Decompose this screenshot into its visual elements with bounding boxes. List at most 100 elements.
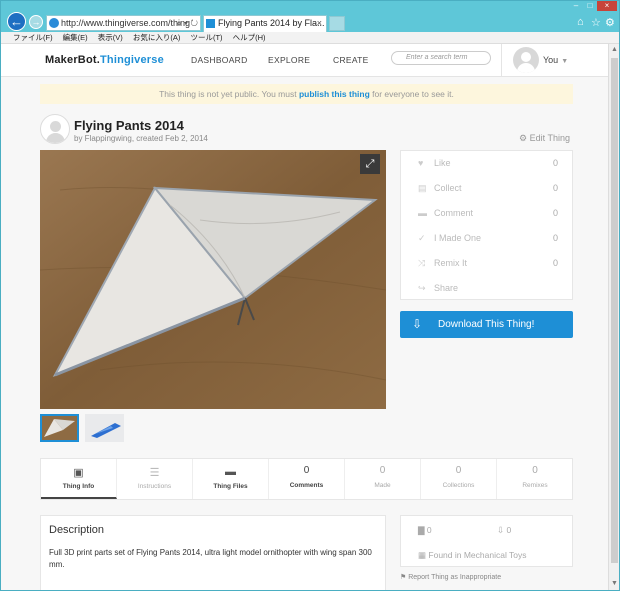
ornithopter-photo [40, 150, 386, 409]
report-link[interactable]: ⚑ Report Thing as Inappropriate [400, 573, 501, 581]
tab-title: Flying Pants 2014 by Fla... [218, 18, 325, 28]
nav-explore[interactable]: EXPLORE [268, 55, 310, 65]
header-divider [501, 44, 502, 77]
tab-collections[interactable]: 0 Collections [421, 459, 497, 499]
like-button[interactable]: ♥ Like 0 [401, 151, 572, 176]
download-label: Download This Thing! [438, 319, 535, 330]
thing-tabs: ▣ Thing Info ☰ Instructions ▬ Thing Files 0… [40, 458, 573, 500]
back-button[interactable]: ← [7, 12, 26, 31]
scroll-down-icon[interactable]: ▼ [611, 580, 618, 587]
comment-label: Comment [434, 208, 474, 218]
comment-button[interactable]: ▬ Comment 0 [401, 201, 572, 226]
document-icon: ☰ [149, 467, 160, 479]
menu-bar: ファイル(F) 編集(E) 表示(V) お気に入り(A) ツール(T) ヘルプ(… [1, 32, 619, 44]
menu-tools[interactable]: ツール(T) [190, 33, 222, 42]
views-count: 0 [426, 525, 432, 535]
comment-count: 0 [552, 208, 558, 218]
address-text: http://www.thingiverse.com/thing [61, 18, 191, 28]
i-made-one-count: 0 [552, 233, 558, 243]
settings-gear-icon[interactable]: ⚙ [605, 16, 615, 29]
tab-comments[interactable]: 0 Comments [269, 459, 345, 499]
home-icon[interactable]: ⌂ [577, 16, 584, 28]
tab-label: Made [374, 482, 391, 489]
share-button[interactable]: ↪ Share [401, 276, 572, 301]
new-tab-button[interactable] [329, 16, 345, 31]
collect-button[interactable]: ▤ Collect 0 [401, 176, 572, 201]
menu-help[interactable]: ヘルプ(H) [233, 33, 266, 42]
ie-icon [49, 18, 59, 28]
tab-close-icon[interactable]: × [317, 16, 322, 31]
vertical-scrollbar[interactable]: ▲ ▼ [608, 44, 619, 590]
search-placeholder: Enter a search term [406, 54, 468, 61]
menu-view[interactable]: 表示(V) [98, 33, 123, 42]
user-name: You [543, 55, 559, 65]
checkbox-icon: ✓ [418, 233, 426, 243]
creator-avatar[interactable] [40, 114, 70, 144]
notice-text-before: This thing is not yet public. You must [159, 89, 299, 99]
menu-file[interactable]: ファイル(F) [13, 33, 53, 42]
browser-tab[interactable]: Flying Pants 2014 by Fla... × [203, 15, 327, 32]
flag-icon: ⚑ [400, 574, 407, 581]
notice-text-after: for everyone to see it. [369, 89, 454, 99]
maximize-button[interactable]: □ [583, 1, 597, 11]
collection-icon: ▤ [418, 183, 427, 193]
thing-stats-panel: ♥ Like 0 ▤ Collect 0 ▬ Comment 0 ✓ I Made One 0 … [400, 150, 573, 300]
tab-thing-info[interactable]: ▣ Thing Info [41, 459, 117, 499]
menu-edit[interactable]: 編集(E) [63, 33, 88, 42]
edit-thing-button[interactable]: ⚙ Edit Thing [519, 133, 570, 144]
user-menu[interactable]: You ▼ [543, 55, 568, 65]
address-bar[interactable]: http://www.thingiverse.com/thing ⌕ ▾ ↻ [46, 15, 201, 31]
scrollbar-thumb[interactable] [611, 58, 618, 563]
like-label: Like [434, 158, 451, 168]
scroll-up-icon[interactable]: ▲ [611, 46, 618, 53]
expand-image-icon[interactable]: ⤢ [360, 154, 380, 174]
browser-window: ← → http://www.thingiverse.com/thing ⌕ ▾… [0, 0, 620, 591]
thingiverse-logo[interactable]: MakerBot.Thingiverse [45, 54, 164, 66]
tab-instructions[interactable]: ☰ Instructions [117, 459, 193, 499]
tab-thing-files[interactable]: ▬ Thing Files [193, 459, 269, 499]
description-panel: Description Full 3D print parts set of F… [40, 515, 386, 590]
share-label: Share [434, 283, 459, 293]
user-avatar[interactable] [513, 47, 539, 73]
nav-dashboard[interactable]: DASHBOARD [191, 55, 248, 65]
thing-meta-panel: ▇ 0 ⇩ 0 ▦ Found in Mechanical Toys [400, 515, 573, 567]
main-thing-image[interactable] [40, 150, 386, 409]
tab-remixes[interactable]: 0 Remixes [497, 459, 573, 499]
address-controls[interactable]: ⌕ ▾ ↻ [177, 16, 198, 30]
gear-icon: ⚙ [519, 133, 528, 143]
i-made-one-button[interactable]: ✓ I Made One 0 [401, 226, 572, 251]
remix-count: 0 [552, 258, 558, 268]
tab-label: Instructions [137, 483, 172, 490]
download-button[interactable]: ⇩ Download This Thing! [400, 311, 573, 338]
found-in-link[interactable]: ▦ Found in Mechanical Toys [418, 550, 527, 561]
thumbnail-photo-1[interactable] [40, 414, 79, 442]
tab-label: Thing Files [213, 483, 248, 490]
found-in-text: Found in Mechanical Toys [428, 550, 527, 560]
nav-create[interactable]: CREATE [333, 55, 369, 65]
collect-label: Collect [434, 183, 462, 193]
close-window-button[interactable]: × [597, 1, 617, 11]
tab-label: Comments [289, 482, 324, 489]
downloads-count: 0 [506, 525, 512, 535]
description-heading: Description [49, 524, 105, 536]
like-count: 0 [552, 158, 558, 168]
minimize-button[interactable]: – [569, 1, 583, 11]
forward-button[interactable]: → [29, 15, 43, 29]
report-text: Report Thing as Inappropriate [408, 574, 502, 581]
thumbnail-render-2[interactable] [85, 414, 124, 442]
favorites-star-icon[interactable]: ☆ [591, 16, 601, 29]
search-input[interactable]: Enter a search term [391, 51, 491, 65]
thumbnail-2-image [85, 414, 124, 442]
publish-link[interactable]: publish this thing [299, 89, 370, 99]
edit-thing-label: Edit Thing [529, 133, 570, 143]
remix-button[interactable]: ⤨ Remix It 0 [401, 251, 572, 276]
tab-count: 0 [455, 465, 462, 476]
tab-label: Remixes [522, 482, 548, 489]
site-header: MakerBot.Thingiverse DASHBOARD EXPLORE C… [1, 44, 608, 77]
downloads-stat: ⇩ 0 [497, 525, 511, 536]
category-grid-icon: ▦ [418, 550, 427, 560]
tab-made[interactable]: 0 Made [345, 459, 421, 499]
menu-favorites[interactable]: お気に入り(A) [133, 33, 181, 42]
info-icon: ▣ [73, 467, 84, 479]
unpublished-notice: This thing is not yet public. You must p… [40, 84, 573, 104]
